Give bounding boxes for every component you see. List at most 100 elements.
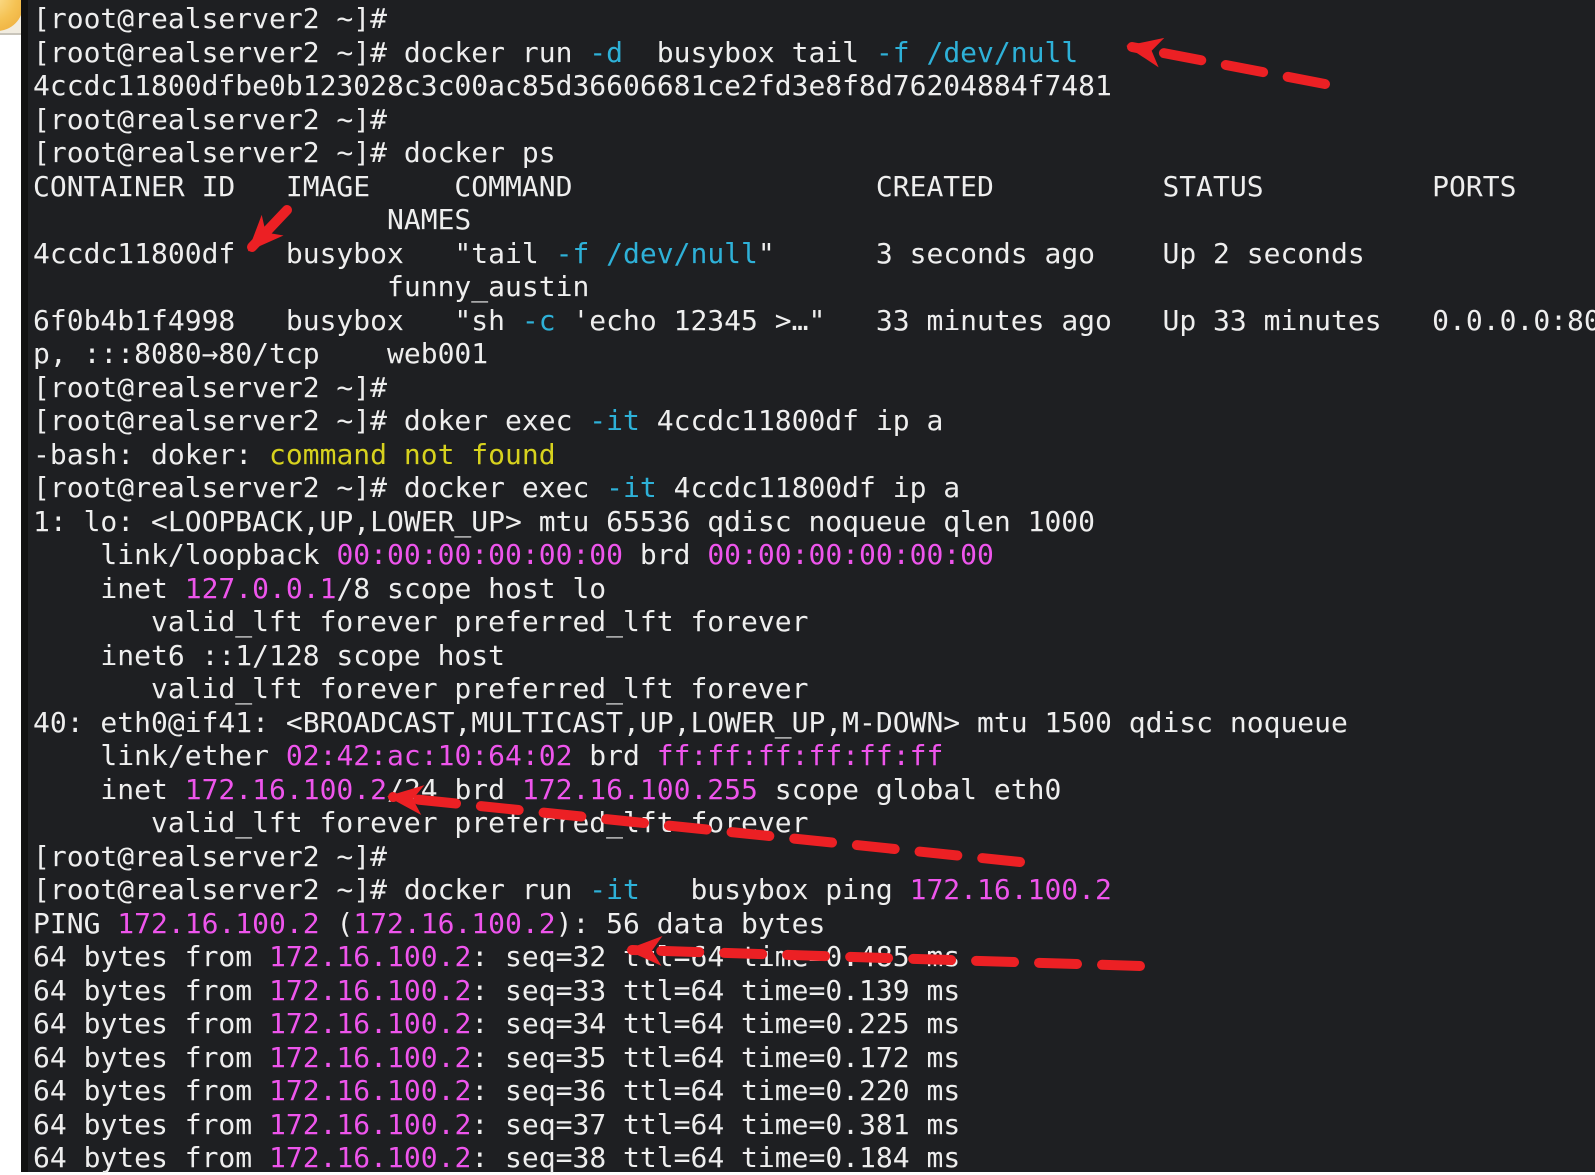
- terminal-text-segment: busybox ping: [640, 873, 910, 906]
- terminal-text-segment: 172.16.100.2: [269, 1074, 471, 1107]
- terminal-text-segment: 4ccdc11800df busybox "tail: [33, 237, 556, 270]
- terminal-text-segment: brd: [623, 538, 707, 571]
- terminal-text-segment: : seq=35 ttl=64 time=0.172 ms: [471, 1041, 960, 1074]
- terminal-line: -bash: doker: command not found: [33, 438, 1595, 472]
- terminal-line: link/loopback 00:00:00:00:00:00 brd 00:0…: [33, 538, 1595, 572]
- terminal-text-segment: 172.16.100.2: [117, 907, 319, 940]
- terminal-line: inet 127.0.0.1/8 scope host lo: [33, 572, 1595, 606]
- terminal-line: [root@realserver2 ~]#: [33, 371, 1595, 405]
- terminal-text-segment: /dev/null: [926, 36, 1078, 69]
- terminal-text-segment: -it: [606, 471, 657, 504]
- terminal-text-segment: -f: [556, 237, 590, 270]
- terminal-text-segment: 64 bytes from: [33, 1141, 269, 1174]
- terminal-line: 40: eth0@if41: <BROADCAST,MULTICAST,UP,L…: [33, 706, 1595, 740]
- terminal-text-segment: -bash: doker:: [33, 438, 269, 471]
- terminal-text-segment: scope global eth0: [758, 773, 1061, 806]
- terminal-text-segment: 172.16.100.255: [522, 773, 758, 806]
- terminal-line: 1: lo: <LOOPBACK,UP,LOWER_UP> mtu 65536 …: [33, 505, 1595, 539]
- terminal-text-segment: ff:ff:ff:ff:ff:ff: [657, 739, 944, 772]
- terminal-text-segment: : seq=32 ttl=64 time=0.485 ms: [471, 940, 960, 973]
- terminal-text-segment: link/ether: [33, 739, 286, 772]
- terminal-text-segment: command not found: [269, 438, 556, 471]
- terminal-line: [root@realserver2 ~]# doker exec -it 4cc…: [33, 404, 1595, 438]
- terminal-text-segment: -it: [589, 404, 640, 437]
- terminal-text-segment: NAMES: [33, 203, 471, 236]
- terminal-line: valid_lft forever preferred_lft forever: [33, 605, 1595, 639]
- terminal-line: [root@realserver2 ~]# docker run -it bus…: [33, 873, 1595, 907]
- terminal-text-segment: 00:00:00:00:00:00: [707, 538, 994, 571]
- terminal-line: [root@realserver2 ~]# docker ps: [33, 136, 1595, 170]
- terminal-line: NAMES: [33, 203, 1595, 237]
- terminal-line: link/ether 02:42:ac:10:64:02 brd ff:ff:f…: [33, 739, 1595, 773]
- terminal-text-segment: 1: lo: <LOOPBACK,UP,LOWER_UP> mtu 65536 …: [33, 505, 1095, 538]
- background-window-strip: [0, 0, 21, 1172]
- terminal-line: funny_austin: [33, 270, 1595, 304]
- terminal-text-segment: brd: [572, 739, 656, 772]
- terminal-line: 64 bytes from 172.16.100.2: seq=33 ttl=6…: [33, 974, 1595, 1008]
- terminal-text-segment: 40: eth0@if41: <BROADCAST,MULTICAST,UP,L…: [33, 706, 1348, 739]
- terminal-text-segment: 'echo 12345 >…" 33 minutes ago Up 33 min…: [556, 304, 1595, 337]
- terminal-text-segment: 64 bytes from: [33, 1007, 269, 1040]
- terminal-text-segment: [root@realserver2 ~]# docker exec: [33, 471, 606, 504]
- terminal-text-segment: [root@realserver2 ~]# docker run: [33, 36, 589, 69]
- terminal-text-segment: 127.0.0.1: [185, 572, 337, 605]
- terminal-text-segment: -c: [522, 304, 556, 337]
- terminal-text-segment: 64 bytes from: [33, 974, 269, 1007]
- terminal-text-segment: p, :::8080→80/tcp web001: [33, 337, 488, 370]
- terminal-text-segment: [910, 36, 927, 69]
- terminal[interactable]: [root@realserver2 ~]# [root@realserver2 …: [21, 0, 1595, 1172]
- terminal-text-segment: 4ccdc11800dfbe0b123028c3c00ac85d36606681…: [33, 69, 1112, 102]
- terminal-text-segment: /8 scope host lo: [336, 572, 606, 605]
- terminal-text-segment: busybox tail: [623, 36, 876, 69]
- terminal-text-segment: : seq=36 ttl=64 time=0.220 ms: [471, 1074, 960, 1107]
- terminal-line: [root@realserver2 ~]#: [33, 2, 1595, 36]
- terminal-line: 64 bytes from 172.16.100.2: seq=32 ttl=6…: [33, 940, 1595, 974]
- terminal-line: inet6 ::1/128 scope host: [33, 639, 1595, 673]
- terminal-text-segment: 172.16.100.2: [269, 1007, 471, 1040]
- terminal-text-segment: valid_lft forever preferred_lft forever: [33, 672, 808, 705]
- terminal-text-segment: : seq=37 ttl=64 time=0.381 ms: [471, 1108, 960, 1141]
- terminal-line: 4ccdc11800df busybox "tail -f /dev/null"…: [33, 237, 1595, 271]
- terminal-line: [root@realserver2 ~]#: [33, 840, 1595, 874]
- terminal-text-segment: 172.16.100.2: [269, 1108, 471, 1141]
- terminal-line: 64 bytes from 172.16.100.2: seq=36 ttl=6…: [33, 1074, 1595, 1108]
- terminal-line: 6f0b4b1f4998 busybox "sh -c 'echo 12345 …: [33, 304, 1595, 338]
- terminal-line: 64 bytes from 172.16.100.2: seq=37 ttl=6…: [33, 1108, 1595, 1142]
- terminal-line: [root@realserver2 ~]# docker run -d busy…: [33, 36, 1595, 70]
- terminal-line: [root@realserver2 ~]# docker exec -it 4c…: [33, 471, 1595, 505]
- terminal-line: PING 172.16.100.2 (172.16.100.2): 56 dat…: [33, 907, 1595, 941]
- terminal-text-segment: /dev/null: [606, 237, 758, 270]
- terminal-text-segment: [589, 237, 606, 270]
- terminal-text-segment: CONTAINER ID IMAGE COMMAND CREATED STATU…: [33, 170, 1516, 203]
- terminal-text-segment: [root@realserver2 ~]#: [33, 103, 404, 136]
- terminal-text-segment: 6f0b4b1f4998 busybox "sh: [33, 304, 522, 337]
- terminal-line: inet 172.16.100.2/24 brd 172.16.100.255 …: [33, 773, 1595, 807]
- terminal-text-segment: [root@realserver2 ~]#: [33, 371, 404, 404]
- terminal-line: [root@realserver2 ~]#: [33, 103, 1595, 137]
- terminal-text-segment: 02:42:ac:10:64:02: [286, 739, 573, 772]
- background-window-header: [0, 0, 21, 35]
- terminal-text-segment: -it: [589, 873, 640, 906]
- terminal-text-segment: 64 bytes from: [33, 1041, 269, 1074]
- terminal-text-segment: /24 brd: [387, 773, 522, 806]
- terminal-text-segment: link/loopback: [33, 538, 336, 571]
- terminal-line: p, :::8080→80/tcp web001: [33, 337, 1595, 371]
- terminal-text-segment: 172.16.100.2: [269, 974, 471, 1007]
- terminal-text-segment: PING: [33, 907, 117, 940]
- terminal-text-segment: 172.16.100.2: [269, 940, 471, 973]
- terminal-text-segment: [root@realserver2 ~]#: [33, 840, 404, 873]
- terminal-text-segment: inet6 ::1/128 scope host: [33, 639, 505, 672]
- terminal-text-segment: : seq=34 ttl=64 time=0.225 ms: [471, 1007, 960, 1040]
- terminal-text-segment: valid_lft forever preferred_lft forever: [33, 605, 808, 638]
- terminal-text-segment: -d: [589, 36, 623, 69]
- terminal-line: 64 bytes from 172.16.100.2: seq=35 ttl=6…: [33, 1041, 1595, 1075]
- terminal-text-segment: 64 bytes from: [33, 940, 269, 973]
- terminal-text-segment: 172.16.100.2: [910, 873, 1112, 906]
- terminal-text-segment: " 3 seconds ago Up 2 seconds: [758, 237, 1365, 270]
- terminal-text-segment: (: [320, 907, 354, 940]
- terminal-text-segment: [root@realserver2 ~]# docker ps: [33, 136, 556, 169]
- screenshot-root: { "colors": { "background": "#1e1f22", "…: [0, 0, 1595, 1172]
- terminal-text-segment: [root@realserver2 ~]# docker run: [33, 873, 589, 906]
- terminal-text-segment: 4ccdc11800df ip a: [640, 404, 943, 437]
- terminal-text-segment: 64 bytes from: [33, 1108, 269, 1141]
